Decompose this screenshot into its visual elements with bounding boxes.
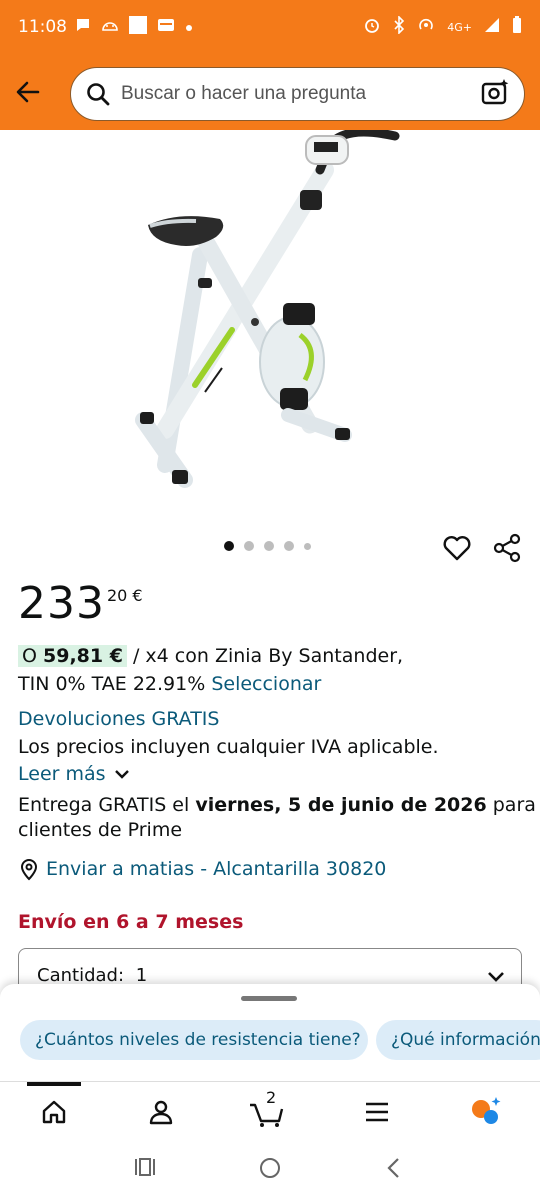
- wallet-icon: [157, 17, 175, 37]
- status-time: 11:08: [18, 17, 67, 37]
- price-fraction: 20 €: [106, 586, 143, 605]
- square-icon: [129, 16, 147, 38]
- search-icon: [87, 83, 110, 106]
- nav-rufus[interactable]: [466, 1092, 506, 1132]
- assistant-suggestion-chip[interactable]: ¿Qué información: [376, 1020, 540, 1060]
- home-system-button[interactable]: [259, 1157, 281, 1184]
- shipping-time: Envío en 6 a 7 meses: [18, 911, 244, 933]
- ship-to-label: Enviar a matias - Alcantarilla 30820: [46, 858, 387, 880]
- installment-amount: 59,81 €: [43, 645, 123, 667]
- installment-prefix: O: [22, 645, 43, 667]
- quantity-value: 1: [135, 965, 148, 986]
- vat-note: Los precios incluyen cualquier IVA aplic…: [18, 736, 439, 758]
- recent-apps-icon: [135, 1158, 155, 1176]
- gallery-dot[interactable]: [244, 541, 254, 551]
- gallery-dot[interactable]: [264, 541, 274, 551]
- system-nav-bar: [0, 1141, 540, 1200]
- location-pin-icon: [20, 859, 38, 881]
- product-image-gallery[interactable]: [0, 127, 540, 525]
- nav-home[interactable]: [34, 1092, 74, 1132]
- back-button[interactable]: [0, 64, 56, 120]
- delivery-info-line2: clientes de Prime: [18, 819, 183, 841]
- cart-count: 2: [266, 1088, 277, 1107]
- read-more-link[interactable]: Leer más: [18, 761, 132, 787]
- gallery-dot[interactable]: [224, 541, 234, 551]
- bottom-nav: 2: [0, 1081, 540, 1141]
- installment-offer: O 59,81 € / x4 con Zinia By Santander,: [18, 643, 403, 669]
- read-more-label: Leer más: [18, 763, 106, 785]
- assistant-sheet: ¿Cuántos niveles de resistencia tiene? ¿…: [0, 984, 540, 1084]
- installment-badge: O 59,81 €: [18, 645, 127, 667]
- hotspot-icon: [417, 16, 435, 38]
- gallery-dot[interactable]: [284, 541, 294, 551]
- delivery-prefix: Entrega GRATIS el: [18, 794, 196, 816]
- ship-to-link[interactable]: Enviar a matias - Alcantarilla 30820: [18, 856, 386, 882]
- signal-icon: [484, 17, 500, 37]
- battery-icon: [512, 16, 522, 38]
- android-debug-icon: [101, 18, 119, 36]
- recent-apps-button[interactable]: [134, 1157, 156, 1182]
- home-circle-icon: [260, 1158, 280, 1178]
- back-arrow-icon: [16, 81, 40, 103]
- assistant-suggestion-chip[interactable]: ¿Cuántos niveles de resistencia tiene?: [20, 1020, 368, 1060]
- nav-active-indicator: [27, 1082, 81, 1086]
- rufus-icon: [472, 1097, 501, 1124]
- quantity-label: Cantidad:: [37, 965, 125, 986]
- product-price: 233 20 €: [18, 580, 143, 628]
- delivery-suffix: para: [486, 794, 536, 816]
- chat-bubble-icon: [75, 17, 91, 37]
- installment-text: / x4 con Zinia By Santander,: [126, 645, 404, 667]
- share-button[interactable]: [492, 533, 522, 563]
- share-icon: [493, 533, 521, 563]
- search-input[interactable]: Buscar o hacer una pregunta: [70, 67, 525, 121]
- header-bar: Buscar o hacer una pregunta: [0, 54, 540, 130]
- network-type: 4G+: [447, 20, 472, 34]
- heart-icon: [443, 536, 471, 561]
- sheet-drag-handle[interactable]: [241, 996, 297, 1001]
- camera-search-icon[interactable]: [480, 77, 510, 112]
- exercise-bike-product-image: [135, 127, 400, 488]
- financing-terms-text: TIN 0% TAE 22.91%: [18, 673, 212, 695]
- account-icon: [149, 1100, 173, 1125]
- price-whole: 233: [18, 578, 105, 629]
- nav-cart[interactable]: 2: [248, 1088, 288, 1132]
- returns-link[interactable]: Devoluciones GRATIS: [18, 706, 219, 732]
- bluetooth-icon: [393, 15, 405, 38]
- wishlist-button[interactable]: [442, 533, 472, 563]
- delivery-info: Entrega GRATIS el viernes, 5 de junio de…: [18, 792, 536, 818]
- financing-select-link[interactable]: Seleccionar: [211, 673, 321, 695]
- back-chevron-icon: [387, 1158, 399, 1178]
- delivery-date: viernes, 5 de junio de 2026: [195, 794, 487, 816]
- menu-icon: [366, 1102, 388, 1122]
- nav-menu[interactable]: [357, 1092, 397, 1132]
- dot-icon: [185, 18, 193, 36]
- nav-account[interactable]: [141, 1092, 181, 1132]
- home-icon: [42, 1100, 66, 1124]
- chevron-down-icon: [114, 770, 129, 779]
- alarm-icon: [363, 16, 381, 38]
- financing-terms: TIN 0% TAE 22.91% Seleccionar: [18, 671, 321, 697]
- search-placeholder: Buscar o hacer una pregunta: [121, 83, 367, 104]
- back-system-button[interactable]: [385, 1157, 403, 1184]
- gallery-dot[interactable]: [304, 542, 311, 550]
- status-bar: 11:08 4G+: [0, 0, 540, 54]
- gallery-pagination: [224, 541, 311, 551]
